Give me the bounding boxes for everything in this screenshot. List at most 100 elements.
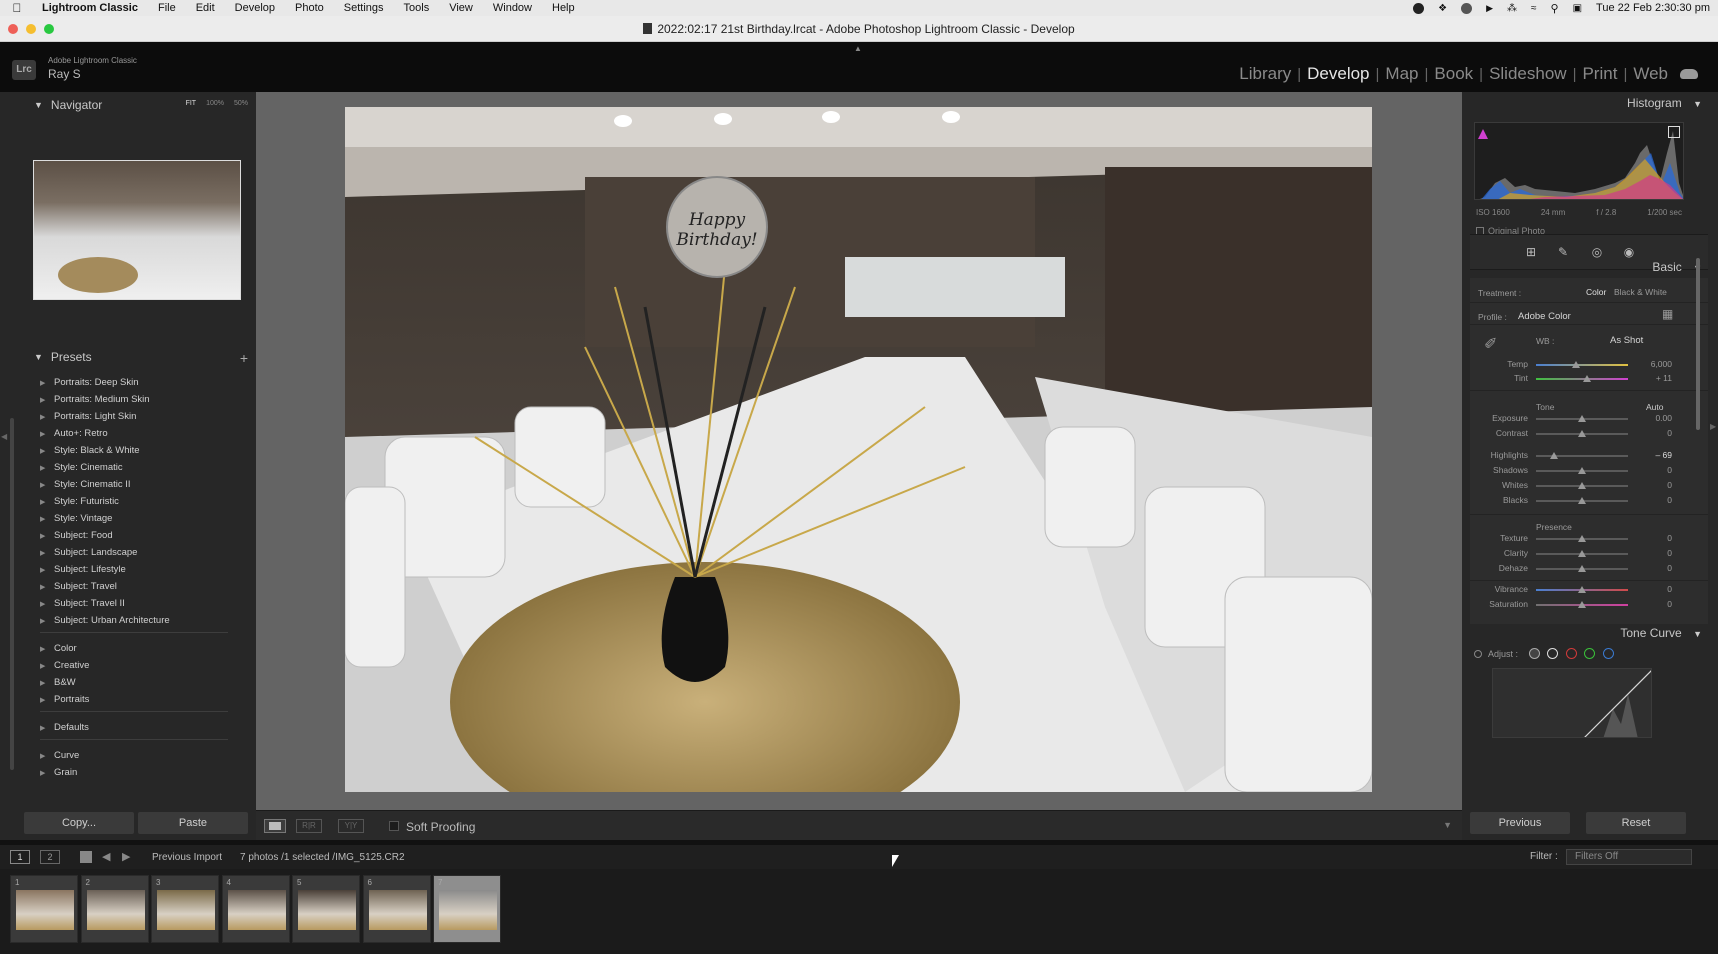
tint-slider-thumb[interactable]	[1582, 375, 1591, 382]
grid-view-icon[interactable]	[80, 851, 92, 863]
profile-browser-icon[interactable]: ▦	[1662, 307, 1673, 321]
add-preset-icon[interactable]: +	[240, 350, 248, 366]
menu-develop[interactable]: Develop	[225, 2, 285, 14]
expand-triangle-icon[interactable]: ▶	[40, 724, 46, 732]
clock[interactable]: Tue 22 Feb 2:30:30 pm	[1596, 2, 1710, 14]
profile-dropdown[interactable]: Adobe Color	[1518, 311, 1571, 322]
left-panel-scrollbar[interactable]	[10, 418, 14, 770]
expand-triangle-icon[interactable]: ▶	[40, 498, 46, 506]
module-slideshow[interactable]: Slideshow	[1489, 64, 1567, 84]
expand-triangle-icon[interactable]: ▶	[40, 396, 46, 404]
menu-file[interactable]: File	[148, 2, 186, 14]
secondary-window-button[interactable]: 2	[40, 850, 60, 864]
masking-icon[interactable]: ◉	[1622, 245, 1636, 259]
expand-triangle-icon[interactable]: ▶	[40, 617, 46, 625]
preset-item[interactable]: ▶ Subject: Travel	[40, 578, 228, 595]
clarity-slider-thumb[interactable]	[1578, 550, 1586, 557]
saturation-value[interactable]: 0	[1632, 599, 1672, 609]
reset-button[interactable]: Reset	[1586, 812, 1686, 834]
auto-tone-button[interactable]: Auto	[1646, 402, 1664, 412]
blacks-slider-thumb[interactable]	[1578, 497, 1586, 504]
menu-view[interactable]: View	[439, 2, 483, 14]
red-channel-icon[interactable]	[1565, 648, 1577, 659]
basic-header[interactable]: Basic ▼	[1652, 260, 1710, 274]
preset-item[interactable]: ▶ Portraits: Medium Skin	[40, 391, 228, 408]
vibrance-slider-thumb[interactable]	[1578, 586, 1586, 593]
navigator-preview[interactable]	[33, 160, 241, 300]
dehaze-value[interactable]: 0	[1632, 563, 1672, 573]
expand-triangle-icon[interactable]: ▶	[40, 447, 46, 455]
expand-triangle-icon[interactable]: ▶	[40, 662, 46, 670]
whites-slider-thumb[interactable]	[1578, 482, 1586, 489]
collapse-triangle-icon[interactable]: ▼	[1693, 629, 1702, 639]
module-web[interactable]: Web	[1633, 64, 1668, 84]
highlights-value[interactable]: – 69	[1632, 450, 1672, 460]
expand-triangle-icon[interactable]: ▶	[40, 515, 46, 523]
zoom-fit[interactable]: FIT	[186, 100, 197, 107]
preset-item[interactable]: ▶ Style: Cinematic	[40, 459, 228, 476]
menu-photo[interactable]: Photo	[285, 2, 334, 14]
dropbox-icon[interactable]: ❖	[1438, 3, 1447, 14]
loupe-view-button[interactable]	[264, 819, 286, 833]
green-channel-icon[interactable]	[1584, 648, 1596, 659]
presets-header[interactable]: ▼ Presets +	[24, 346, 248, 368]
main-window-button[interactable]: 1	[10, 850, 30, 864]
blue-channel-icon[interactable]	[1602, 648, 1614, 659]
zoom-100[interactable]: 100%	[206, 100, 224, 107]
menu-help[interactable]: Help	[542, 2, 585, 14]
expand-triangle-icon[interactable]: ▶	[40, 583, 46, 591]
preset-item[interactable]: ▶ Subject: Lifestyle	[40, 561, 228, 578]
expand-triangle-icon[interactable]: ▶	[40, 645, 46, 653]
preset-item[interactable]: ▶ B&W	[40, 674, 228, 691]
blacks-value[interactable]: 0	[1632, 495, 1672, 505]
filmstrip-source[interactable]: Previous Import	[152, 852, 222, 863]
red-eye-icon[interactable]: ◎	[1590, 245, 1604, 259]
expand-triangle-icon[interactable]: ▶	[40, 532, 46, 540]
copy-button[interactable]: Copy...	[24, 812, 134, 834]
preset-item[interactable]: ▶ Style: Vintage	[40, 510, 228, 527]
wifi-icon[interactable]: ≈	[1531, 3, 1537, 14]
wb-dropdown[interactable]: As Shot	[1610, 335, 1643, 346]
control-center-icon[interactable]: ▣	[1573, 3, 1582, 14]
menu-edit[interactable]: Edit	[186, 2, 225, 14]
collapse-right-panel-icon[interactable]: ▶	[1710, 422, 1716, 431]
collapse-left-panel-icon[interactable]: ◀	[1, 432, 7, 441]
point-curve-icon[interactable]	[1547, 648, 1559, 659]
search-icon[interactable]: ⚲	[1551, 2, 1559, 15]
parametric-curve-icon[interactable]	[1528, 648, 1540, 659]
treatment-bw-button[interactable]: Black & White	[1614, 287, 1667, 297]
preset-item[interactable]: ▶ Defaults	[40, 719, 228, 736]
expand-triangle-icon[interactable]: ▶	[40, 769, 46, 777]
expand-triangle-icon[interactable]: ▶	[40, 752, 46, 760]
previous-button[interactable]: Previous	[1470, 812, 1570, 834]
collapse-triangle-icon[interactable]: ▼	[34, 352, 43, 362]
right-panel-scrollbar[interactable]	[1696, 258, 1700, 430]
preset-item[interactable]: ▶ Portraits	[40, 691, 228, 708]
filmstrip-thumbnail[interactable]: 1	[10, 875, 78, 943]
preset-item[interactable]: ▶ Subject: Food	[40, 527, 228, 544]
collapse-triangle-icon[interactable]: ▼	[34, 100, 43, 110]
forward-arrow-icon[interactable]: ▶	[122, 850, 130, 863]
preset-item[interactable]: ▶ Style: Futuristic	[40, 493, 228, 510]
preset-item[interactable]: ▶ Style: Cinematic II	[40, 476, 228, 493]
zoom-50[interactable]: 50%	[234, 100, 248, 107]
preset-item[interactable]: ▶ Subject: Travel II	[40, 595, 228, 612]
expand-triangle-icon[interactable]: ▶	[40, 549, 46, 557]
soft-proofing-checkbox[interactable]	[389, 821, 399, 831]
preset-item[interactable]: ▶ Creative	[40, 657, 228, 674]
cloud-icon[interactable]	[1680, 69, 1698, 79]
exposure-slider-thumb[interactable]	[1578, 415, 1586, 422]
expand-triangle-icon[interactable]: ▶	[40, 379, 46, 387]
treatment-color-button[interactable]: Color	[1586, 287, 1606, 297]
expand-triangle-icon[interactable]: ▶	[40, 481, 46, 489]
texture-slider-thumb[interactable]	[1578, 535, 1586, 542]
main-photo[interactable]: Happy Birthday!	[345, 107, 1372, 792]
navigator-header[interactable]: ▼ Navigator FIT 100% 50%	[24, 94, 248, 116]
filmstrip-thumbnail[interactable]: 6	[362, 875, 431, 943]
expand-triangle-icon[interactable]: ▶	[40, 679, 46, 687]
shadow-clipping-indicator[interactable]	[1478, 126, 1488, 139]
preset-item[interactable]: ▶ Style: Black & White	[40, 442, 228, 459]
tone-curve-graph[interactable]	[1492, 668, 1652, 738]
bluetooth-icon[interactable]: ⁂	[1507, 3, 1517, 14]
close-window-button[interactable]	[8, 24, 18, 34]
